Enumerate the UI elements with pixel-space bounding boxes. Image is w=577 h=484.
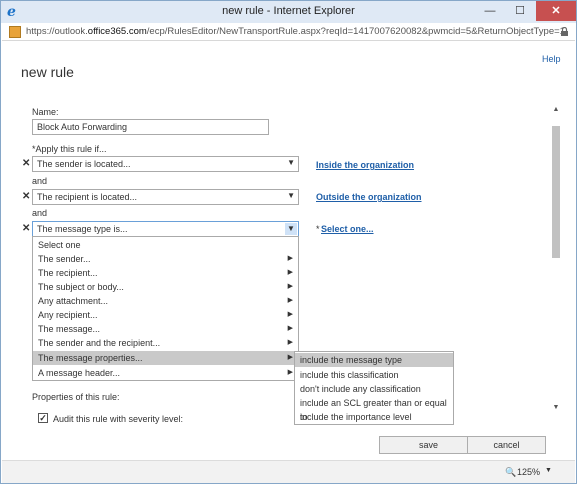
save-button[interactable]: save [379,436,478,454]
properties-label: Properties of this rule: [32,392,120,402]
chevron-right-icon: ▶ [287,354,293,361]
chevron-right-icon: ▶ [287,325,293,332]
submenu-item-selected[interactable]: include the message type [295,353,453,367]
chevron-right-icon: ▶ [287,311,293,318]
condition-1-select[interactable]: The sender is located... ▼ [32,156,299,172]
condition-dropdown-list: Select one The sender... ▶ The recipient.… [32,236,299,381]
dropdown-item[interactable]: A message header... ▶ [33,366,298,380]
condition-2-select[interactable]: The recipient is located... ▼ [32,189,299,205]
help-link[interactable]: Help [542,54,561,64]
scroll-down-icon[interactable]: ▼ [551,404,561,411]
dropdown-item[interactable]: The message... ▶ [33,322,298,336]
and-label-2: and [32,208,48,218]
maximize-button[interactable]: ☐ [506,1,534,21]
dropdown-item-label: The sender... [38,254,91,264]
chevron-right-icon: ▶ [287,297,293,304]
minimize-button[interactable]: — [476,1,504,21]
close-button[interactable]: ✕ [536,1,576,21]
audit-label: Audit this rule with severity level: [53,414,184,424]
dropdown-item[interactable]: The sender... ▶ [33,252,298,266]
dropdown-item-label: The recipient... [38,268,98,278]
remove-condition-2-icon[interactable]: ✕ [22,191,30,202]
chevron-down-icon: ▼ [285,223,297,235]
remove-condition-3-icon[interactable]: ✕ [22,223,30,234]
scroll-up-icon[interactable]: ▲ [551,106,561,113]
url-domain: office365.com [87,26,147,37]
submenu-item[interactable]: don't include any classification [295,382,453,396]
address-bar[interactable]: https://outlook.office365.com/ecp/RulesE… [2,23,575,41]
dropdown-item[interactable]: Select one [33,238,298,252]
submenu-item[interactable]: include this classification [295,368,453,382]
dropdown-item-label: The subject or body... [38,282,124,292]
page-title: new rule [21,64,74,80]
rule-name-input[interactable]: Block Auto Forwarding [32,119,269,135]
zoom-level[interactable]: 125% [517,467,540,477]
url-prefix: https://outlook. [26,26,88,37]
dropdown-item[interactable]: The recipient... ▶ [33,266,298,280]
chevron-right-icon: ▶ [287,269,293,276]
dropdown-item-label: The message properties... [38,353,143,363]
condition-2-link[interactable]: Outside the organization [316,192,422,202]
status-bar: 🔍 125% ▼ [2,460,575,483]
condition-1-value: The sender is located... [37,159,131,169]
submenu-item[interactable]: include the importance level [295,410,453,424]
cancel-button[interactable]: cancel [467,436,546,454]
url-text[interactable]: https://outlook.office365.com/ecp/RulesE… [26,26,565,37]
condition-3-select[interactable]: The message type is... ▼ [32,221,299,237]
message-properties-submenu: include the message type include this cl… [294,351,454,425]
dropdown-item[interactable]: The sender and the recipient... ▶ [33,336,298,350]
dropdown-item[interactable]: Any recipient... ▶ [33,308,298,322]
dropdown-item-label: Any attachment... [38,296,109,306]
required-asterisk: * [316,224,320,234]
audit-checkbox[interactable]: ✓ [38,413,48,423]
condition-3-link[interactable]: Select one... [321,224,374,234]
apply-rule-label: *Apply this rule if... [32,144,107,154]
dropdown-item-label: The message... [38,324,101,334]
chevron-right-icon: ▶ [287,283,293,290]
submenu-item[interactable]: include an SCL greater than or equal to [295,396,453,422]
scroll-thumb[interactable] [552,126,560,258]
condition-1-link[interactable]: Inside the organization [316,160,414,170]
title-bar: e new rule - Internet Explorer — ☐ ✕ [1,1,576,23]
site-favicon-icon [9,26,21,38]
dropdown-item-label: A message header... [38,368,121,378]
chevron-right-icon: ▶ [287,339,293,346]
browser-window: e new rule - Internet Explorer — ☐ ✕ htt… [0,0,577,484]
remove-condition-1-icon[interactable]: ✕ [22,158,30,169]
dropdown-item-label: Any recipient... [38,310,98,320]
chevron-right-icon: ▶ [287,255,293,262]
vertical-scrollbar[interactable]: ▲ ▼ [551,106,561,426]
dropdown-item-label: Select one [38,240,81,250]
condition-3-value: The message type is... [37,224,128,234]
chevron-down-icon[interactable]: ▼ [545,467,552,474]
and-label-1: and [32,176,48,186]
dropdown-item[interactable]: Any attachment... ▶ [33,294,298,308]
dropdown-item-selected[interactable]: The message properties... ▶ [33,351,298,365]
dropdown-item-label: The sender and the recipient... [38,338,161,348]
url-path: /ecp/RulesEditor/NewTransportRule.aspx?r… [146,26,565,37]
name-label: Name: [32,107,59,117]
dropdown-item[interactable]: The subject or body... ▶ [33,280,298,294]
zoom-icon[interactable]: 🔍 [505,467,516,478]
chevron-right-icon: ▶ [287,369,293,376]
chevron-down-icon: ▼ [287,191,295,200]
lock-icon[interactable] [560,27,569,36]
condition-2-value: The recipient is located... [37,192,138,202]
chevron-down-icon: ▼ [287,158,295,167]
